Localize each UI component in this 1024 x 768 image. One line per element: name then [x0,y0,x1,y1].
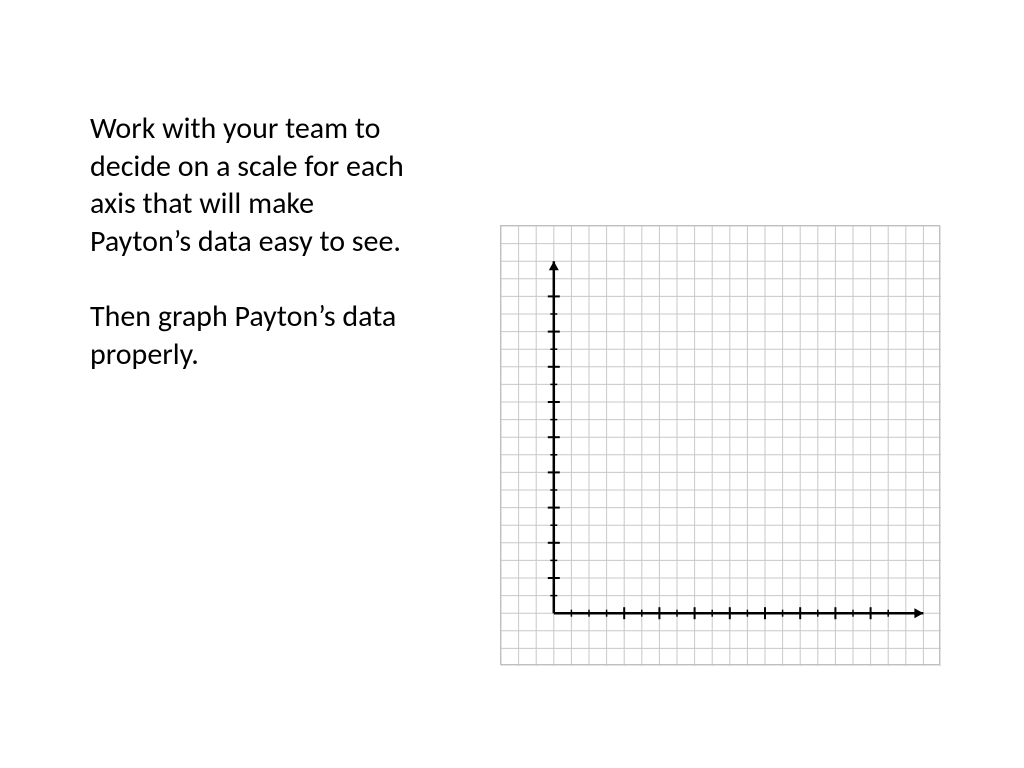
axes [548,261,924,619]
paragraph-1: Work with your team to decide on a scale… [90,110,410,260]
instruction-text: Work with your team to decide on a scale… [90,110,410,373]
blank-graph [500,225,940,665]
slide: Work with your team to decide on a scale… [0,0,1024,768]
paragraph-2: Then graph Payton’s data properly. [90,298,410,373]
grid-lines [501,226,941,666]
